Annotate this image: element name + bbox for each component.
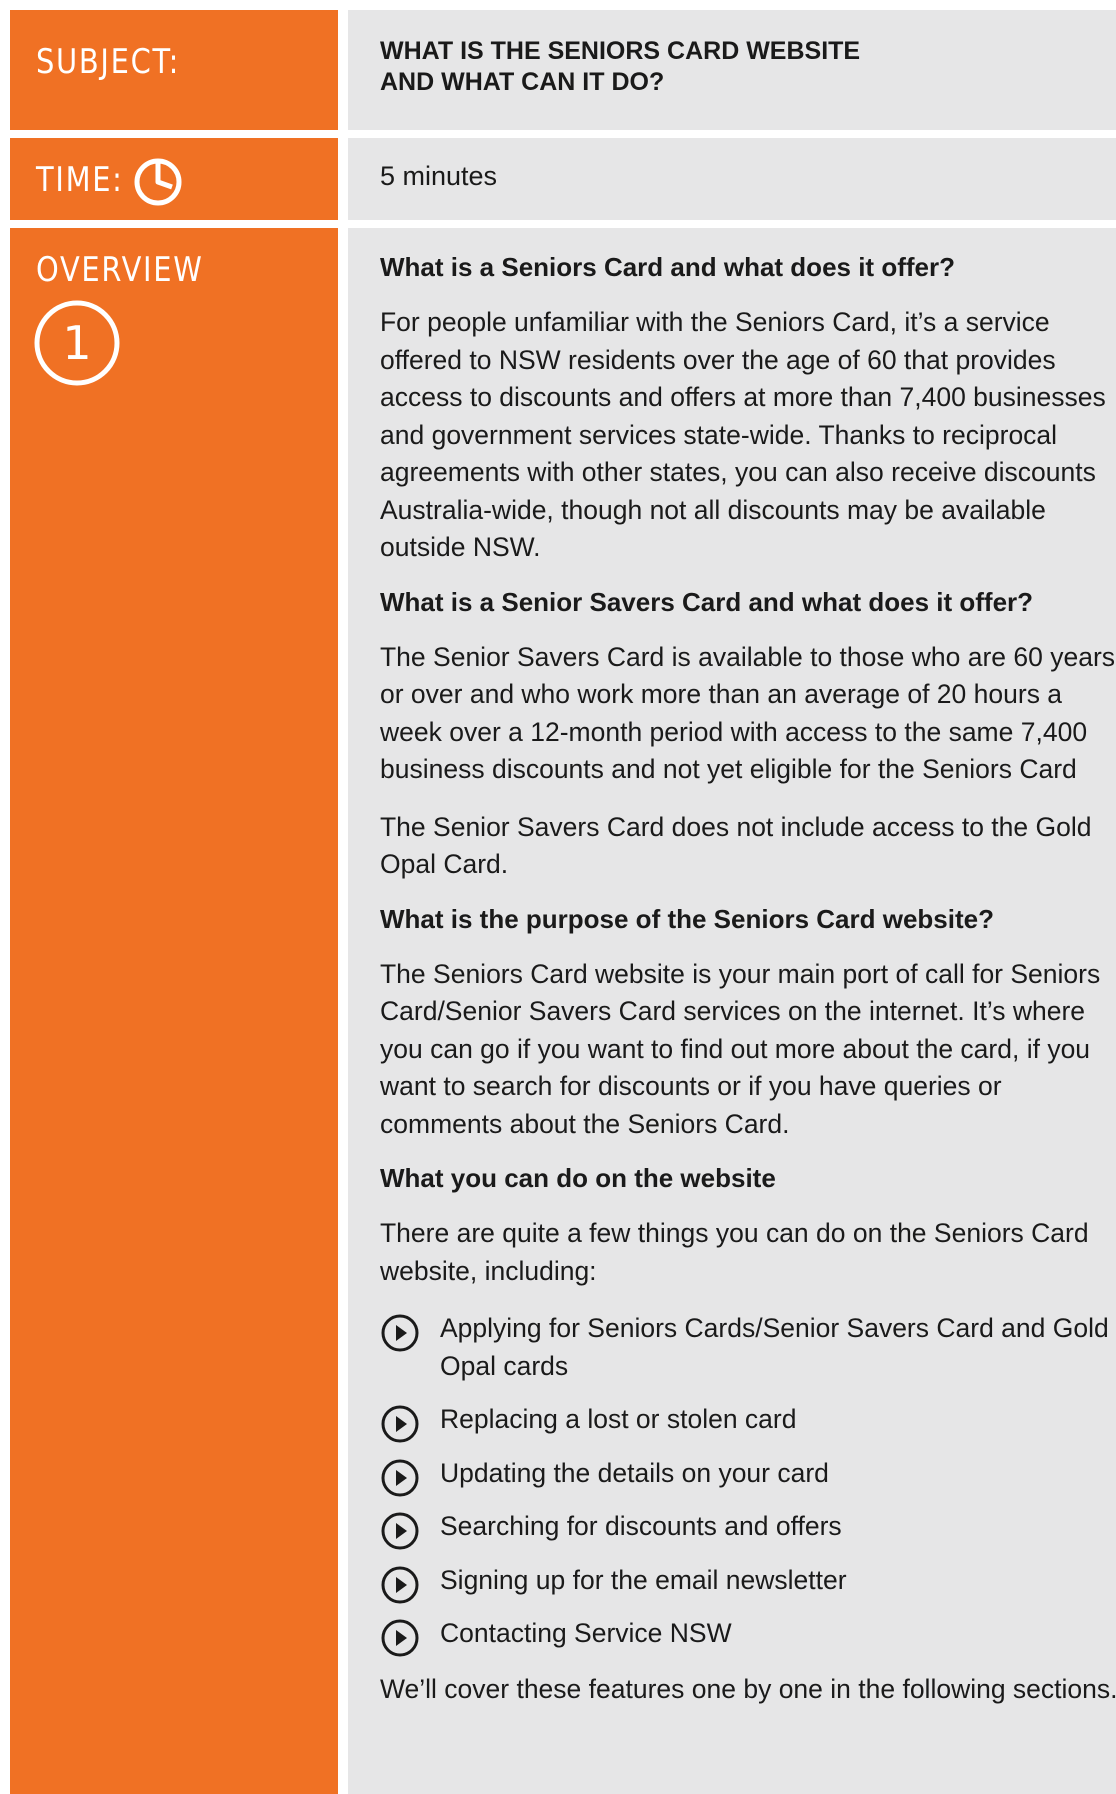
section-paragraph: The Senior Savers Card is available to t… — [380, 641, 1116, 785]
subject-title-cell: WHAT IS THE SENIORS CARD WEBSITE AND WHA… — [348, 10, 1116, 130]
subject-row: SUBJECT: WHAT IS THE SENIORS CARD WEBSIT… — [10, 10, 1116, 130]
overview-content-cell: What is a Seniors Card and what does it … — [348, 228, 1116, 1794]
play-circle-icon — [381, 1566, 419, 1603]
section-paragraph: The Seniors Card website is your main po… — [380, 958, 1101, 1139]
step-number: 1 — [62, 316, 91, 370]
time-label: TIME: — [36, 160, 124, 200]
feature-list: Applying for Seniors Cards/Senior Savers… — [380, 1310, 1116, 1657]
play-circle-icon — [381, 1405, 419, 1443]
time-value-cell: 5 minutes — [348, 138, 1116, 220]
list-item-text: Updating the details on your card — [440, 1457, 829, 1488]
section-heading: What is a Seniors Card and what does it … — [380, 252, 955, 282]
list-item: Contacting Service NSW — [380, 1615, 1116, 1657]
closing-paragraph: We’ll cover these features one by one in… — [380, 1673, 1116, 1704]
overview-row: OVERVIEW 1 What is a Seniors Card and wh… — [10, 228, 1116, 1794]
section-paragraph: The Senior Savers Card does not include … — [380, 811, 1092, 880]
time-row: TIME: 5 minutes — [10, 138, 1116, 220]
subject-label-cell: SUBJECT: — [10, 10, 338, 130]
section-heading: What is the purpose of the Seniors Card … — [380, 903, 994, 934]
play-circle-icon — [381, 1459, 419, 1496]
list-item-text: Searching for discounts and offers — [440, 1511, 842, 1541]
page-title: WHAT IS THE SENIORS CARD WEBSITE AND WHA… — [380, 36, 1116, 98]
overview-label: OVERVIEW — [36, 250, 204, 290]
play-circle-icon — [381, 1512, 419, 1550]
list-item: Searching for discounts and offers — [380, 1508, 1116, 1550]
time-label-cell: TIME: — [10, 138, 338, 220]
list-item: Signing up for the email newsletter — [380, 1562, 1116, 1603]
list-item-text: Replacing a lost or stolen card — [440, 1404, 797, 1434]
section-paragraph: There are quite a few things you can do … — [380, 1218, 1089, 1286]
section-heading: What you can do on the website — [380, 1163, 776, 1193]
list-item-text: Contacting Service NSW — [440, 1618, 732, 1648]
list-item-text: Applying for Seniors Cards/Senior Savers… — [440, 1313, 1109, 1381]
subject-label: SUBJECT: — [36, 42, 181, 82]
step-number-badge: 1 — [34, 300, 120, 386]
play-circle-icon — [381, 1314, 419, 1352]
list-item-text: Signing up for the email newsletter — [440, 1564, 847, 1595]
list-item: Replacing a lost or stolen card — [380, 1401, 1116, 1443]
overview-content: What is a Seniors Card and what does it … — [380, 252, 1116, 1728]
play-circle-icon — [381, 1619, 419, 1657]
title-line-2: AND WHAT CAN IT DO? — [380, 68, 665, 96]
section-heading: What is a Senior Savers Card and what do… — [380, 586, 1034, 617]
clock-icon — [134, 158, 182, 206]
section-paragraph: For people unfamiliar with the Seniors C… — [380, 307, 1106, 562]
list-item: Updating the details on your card — [380, 1455, 1116, 1496]
title-line-1: WHAT IS THE SENIORS CARD WEBSITE — [380, 37, 861, 65]
list-item: Applying for Seniors Cards/Senior Savers… — [380, 1310, 1116, 1385]
overview-label-cell: OVERVIEW 1 — [10, 228, 338, 1794]
time-value: 5 minutes — [380, 161, 498, 191]
